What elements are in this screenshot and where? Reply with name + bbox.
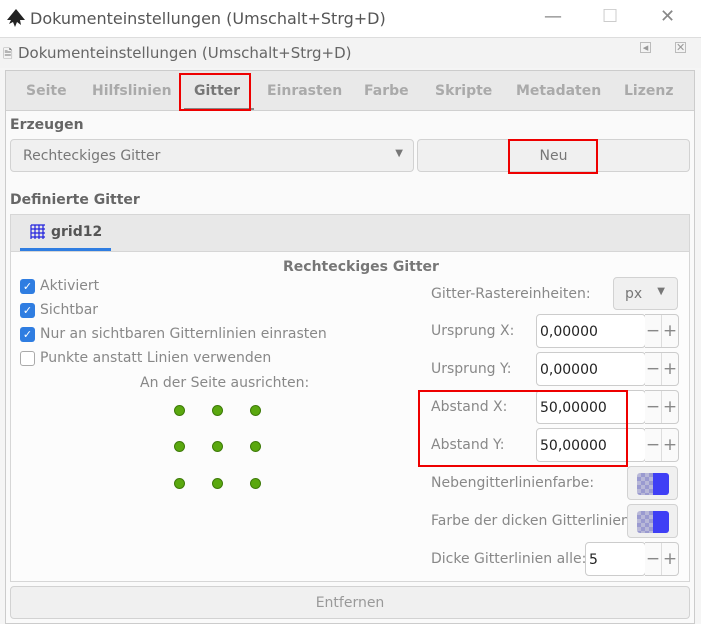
chevron-down-icon: ▼ — [395, 148, 403, 159]
plus-icon[interactable]: + — [662, 429, 678, 461]
dialog-close-button[interactable]: ✕ — [675, 42, 686, 53]
checkbox-label: Punkte anstatt Linien verwenden — [40, 350, 272, 366]
close-button[interactable]: ✕ — [660, 6, 675, 27]
grid-icon — [30, 224, 45, 239]
active-tab-indicator — [184, 108, 254, 110]
tab-hilfslinien[interactable]: Hilfslinien — [92, 83, 172, 99]
color-swatch — [637, 511, 669, 533]
document-icon: 🗎 — [3, 47, 13, 61]
units-label: Gitter-Rastereinheiten: — [431, 286, 591, 302]
origin-x-stepper[interactable]: − + — [645, 314, 679, 348]
checkbox-aktiviert[interactable]: ✓ — [20, 279, 35, 294]
major-every-input[interactable]: 5 — [585, 542, 646, 576]
window-title: Dokumenteinstellungen (Umschalt+Strg+D) — [30, 9, 386, 28]
major-every-label: Dicke Gitterlinien alle: — [431, 551, 587, 567]
minor-color-button[interactable] — [627, 466, 678, 500]
tab-bar: Seite Hilfslinien Gitter Einrasten Farbe… — [6, 71, 694, 111]
minus-icon[interactable]: − — [645, 429, 662, 461]
defined-grids-label: Definierte Gitter — [10, 192, 140, 208]
origin-x-label: Ursprung X: — [431, 323, 515, 339]
new-grid-button[interactable]: Neu — [417, 139, 690, 172]
grid-tab-grid12[interactable]: grid12 — [20, 215, 111, 251]
align-middle-right[interactable] — [250, 441, 261, 452]
checkbox-dots[interactable] — [20, 351, 35, 366]
minus-icon[interactable]: − — [645, 353, 662, 385]
align-middle-left[interactable] — [174, 441, 185, 452]
minus-icon[interactable]: − — [645, 391, 662, 423]
checkbox-label: Sichtbar — [40, 302, 99, 318]
origin-y-input[interactable]: 0,00000 — [536, 352, 646, 386]
window-titlebar: Dokumenteinstellungen (Umschalt+Strg+D) … — [0, 0, 701, 38]
checkbox-sichtbar[interactable]: ✓ — [20, 303, 35, 318]
spacing-y-label: Abstand Y: — [431, 437, 505, 453]
tab-lizenz[interactable]: Lizenz — [624, 83, 673, 99]
grid-type-select[interactable]: Rechteckiges Gitter ▼ — [10, 139, 414, 172]
plus-icon[interactable]: + — [662, 543, 678, 575]
spacing-x-label: Abstand X: — [431, 399, 508, 415]
tab-metadaten[interactable]: Metadaten — [516, 83, 601, 99]
plus-icon[interactable]: + — [662, 315, 678, 347]
checkbox-label: Aktiviert — [40, 278, 100, 294]
spacing-y-stepper[interactable]: − + — [645, 428, 679, 462]
align-bottom-left[interactable] — [174, 478, 185, 489]
dialog-header: 🗎 Dokumenteinstellungen (Umschalt+Strg+D… — [0, 38, 701, 68]
spacing-x-input[interactable]: 50,00000 — [536, 390, 646, 424]
remove-grid-button[interactable]: Entfernen — [10, 586, 690, 619]
minus-icon[interactable]: − — [645, 543, 662, 575]
tab-skripte[interactable]: Skripte — [435, 83, 492, 99]
plus-icon[interactable]: + — [662, 353, 678, 385]
origin-y-stepper[interactable]: − + — [645, 352, 679, 386]
align-top-left[interactable] — [174, 405, 185, 416]
major-color-button[interactable] — [627, 504, 678, 538]
grid-tab-label: grid12 — [51, 224, 103, 240]
inkscape-logo-icon — [7, 9, 25, 27]
create-label: Erzeugen — [10, 117, 84, 133]
grid-heading: Rechteckiges Gitter — [283, 259, 439, 275]
tab-farbe[interactable]: Farbe — [364, 83, 409, 99]
minor-color-label: Nebengitterlinienfarbe: — [431, 475, 595, 491]
units-select[interactable]: px ▼ — [613, 277, 678, 310]
checkbox-snap-visible[interactable]: ✓ — [20, 327, 35, 342]
dialog-title: Dokumenteinstellungen (Umschalt+Strg+D) — [18, 44, 352, 62]
tab-einrasten[interactable]: Einrasten — [267, 83, 342, 99]
major-every-stepper[interactable]: − + — [645, 542, 679, 576]
grid-type-value: Rechteckiges Gitter — [23, 148, 161, 164]
color-swatch — [637, 473, 669, 495]
align-center[interactable] — [212, 441, 223, 452]
align-top-center[interactable] — [212, 405, 223, 416]
tab-gitter[interactable]: Gitter — [194, 83, 240, 99]
major-color-label: Farbe der dicken Gitterlinien: — [431, 513, 635, 529]
dock-button[interactable]: ◂ — [640, 42, 651, 53]
checkbox-label: Nur an sichtbaren Gitternlinien einraste… — [40, 326, 327, 342]
minus-icon[interactable]: − — [645, 315, 662, 347]
plus-icon[interactable]: + — [662, 391, 678, 423]
units-value: px — [625, 286, 643, 302]
tab-seite[interactable]: Seite — [26, 83, 67, 99]
origin-y-label: Ursprung Y: — [431, 361, 512, 377]
align-label: An der Seite ausrichten: — [140, 375, 310, 391]
grid-tab-bar: grid12 — [10, 214, 690, 252]
align-bottom-center[interactable] — [212, 478, 223, 489]
origin-x-input[interactable]: 0,00000 — [536, 314, 646, 348]
spacing-y-input[interactable]: 50,00000 — [536, 428, 646, 462]
chevron-down-icon: ▼ — [657, 286, 665, 297]
align-bottom-right[interactable] — [250, 478, 261, 489]
minimize-button[interactable]: — — [544, 6, 562, 27]
align-top-right[interactable] — [250, 405, 261, 416]
maximize-button[interactable]: ☐ — [602, 6, 618, 27]
spacing-x-stepper[interactable]: − + — [645, 390, 679, 424]
